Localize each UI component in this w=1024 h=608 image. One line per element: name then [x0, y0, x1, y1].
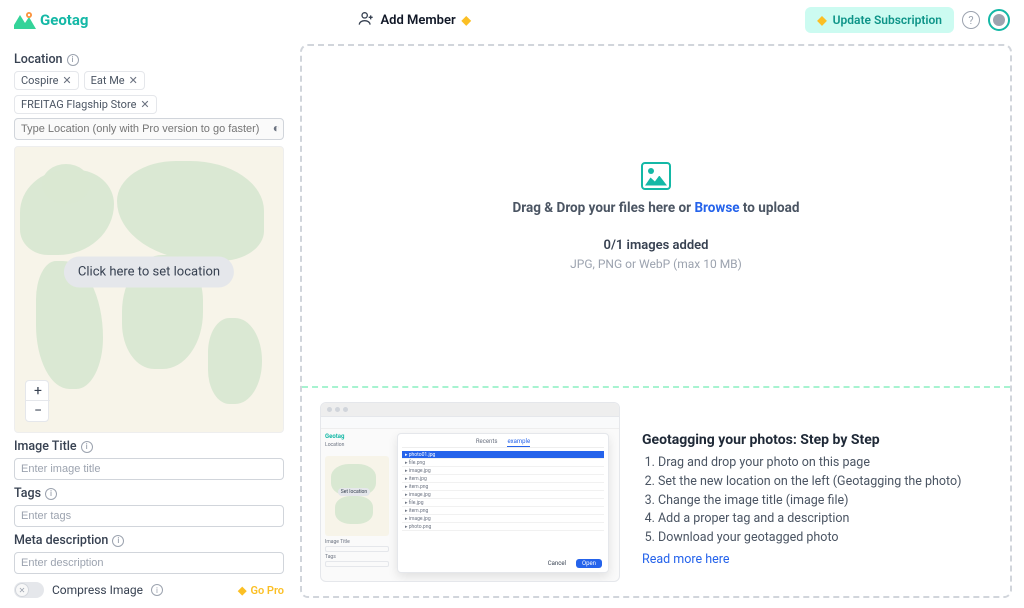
gem-icon: ◆: [238, 584, 246, 597]
zoom-control: + −: [25, 380, 49, 422]
meta-input[interactable]: [14, 552, 284, 574]
location-chip[interactable]: Eat Me✕: [84, 71, 145, 90]
info-icon[interactable]: i: [112, 535, 124, 547]
add-member-button[interactable]: Add Member ◆: [358, 10, 470, 30]
sidebar: Location i Cospire✕ Eat Me✕ FREITAG Flag…: [0, 40, 296, 608]
location-label: Location i: [14, 52, 284, 67]
gem-icon: ◆: [462, 13, 471, 27]
close-icon[interactable]: ✕: [140, 98, 149, 111]
image-icon: [641, 162, 671, 190]
read-more-link[interactable]: Read more here: [642, 552, 729, 567]
tags-label: Tagsi: [14, 486, 284, 501]
zoom-in-button[interactable]: +: [26, 381, 50, 401]
help-step: Drag and drop your photo on this page: [658, 454, 992, 473]
format-hint: JPG, PNG or WebP (max 10 MB): [570, 257, 742, 271]
map[interactable]: Click here to set location + −: [14, 146, 284, 433]
help-title: Geotagging your photos: Step by Step: [642, 432, 992, 448]
help-panel: Geotag Location Set location Image Title…: [302, 388, 1010, 596]
close-icon[interactable]: ✕: [129, 74, 138, 87]
update-subscription-button[interactable]: ◆ Update Subscription: [805, 7, 954, 33]
image-count: 0/1 images added: [604, 238, 709, 253]
add-member-label: Add Member: [380, 13, 455, 28]
help-step: Download your geotagged photo: [658, 529, 992, 548]
location-chips: Cospire✕ Eat Me✕ FREITAG Flagship Store✕: [14, 71, 284, 114]
info-icon[interactable]: i: [67, 54, 79, 66]
go-pro-link[interactable]: ◆Go Pro: [238, 584, 284, 597]
top-bar: Geotag Add Member ◆ ◆ Update Subscriptio…: [0, 0, 1024, 40]
zoom-out-button[interactable]: −: [26, 401, 50, 421]
compress-label: Compress Image: [52, 583, 143, 597]
gem-icon: ◆: [817, 13, 826, 27]
tutorial-thumbnail: Geotag Location Set location Image Title…: [320, 402, 620, 582]
help-steps: Drag and drop your photo on this page Se…: [642, 454, 992, 548]
help-step: Add a proper tag and a description: [658, 510, 992, 529]
browse-link[interactable]: Browse: [694, 200, 739, 216]
help-step: Set the new location on the left (Geotag…: [658, 473, 992, 492]
upload-panel: Drag & Drop your files here or Browse to…: [300, 44, 1012, 598]
logo[interactable]: Geotag: [14, 11, 88, 29]
pro-badge-icon: ◐: [273, 121, 280, 135]
info-icon[interactable]: i: [45, 488, 57, 500]
avatar[interactable]: [988, 9, 1010, 31]
location-chip[interactable]: Cospire✕: [14, 71, 79, 90]
info-icon[interactable]: i: [81, 441, 93, 453]
tags-input[interactable]: [14, 505, 284, 527]
drop-zone[interactable]: Drag & Drop your files here or Browse to…: [302, 46, 1010, 386]
add-member-icon: [358, 10, 374, 30]
brand-name: Geotag: [40, 11, 88, 29]
logo-icon: [14, 11, 36, 29]
drop-text: Drag & Drop your files here or Browse to…: [513, 200, 800, 216]
help-step: Change the image title (image file): [658, 492, 992, 511]
location-chip[interactable]: FREITAG Flagship Store✕: [14, 95, 157, 114]
update-subscription-label: Update Subscription: [833, 13, 942, 27]
compress-toggle[interactable]: ✕: [14, 582, 44, 598]
info-icon[interactable]: i: [151, 584, 163, 596]
image-title-label: Image Titlei: [14, 439, 284, 454]
location-input[interactable]: [14, 118, 284, 140]
set-location-button[interactable]: Click here to set location: [64, 257, 234, 288]
main-panel: Drag & Drop your files here or Browse to…: [296, 40, 1024, 608]
help-icon[interactable]: ?: [962, 11, 980, 29]
image-title-input[interactable]: [14, 458, 284, 480]
meta-label: Meta descriptioni: [14, 533, 284, 548]
close-icon[interactable]: ✕: [62, 74, 71, 87]
